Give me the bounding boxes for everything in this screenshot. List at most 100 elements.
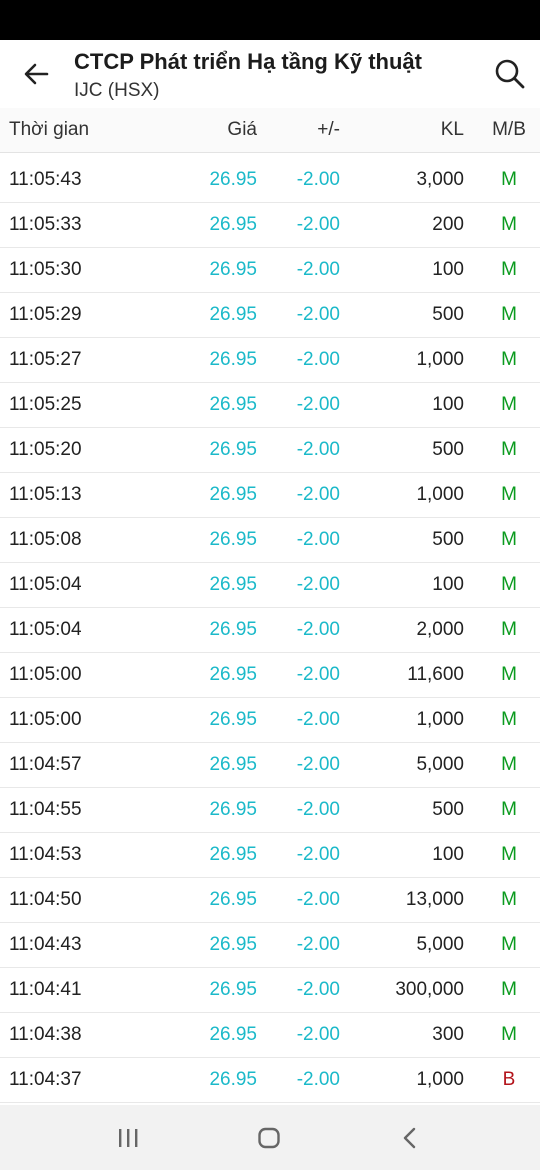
row-time: 11:04:38	[9, 1024, 82, 1045]
row-price: 26.95	[209, 799, 257, 820]
table-row[interactable]: 11:05:43 26.95 -2.00 3,000 M	[0, 158, 540, 203]
home-icon	[258, 1127, 280, 1149]
title-block: CTCP Phát triển Hạ tầng Kỹ thuật IJC (HS…	[74, 48, 422, 104]
table-row[interactable]: 11:04:43 26.95 -2.00 5,000 M	[0, 923, 540, 968]
row-time: 11:05:20	[9, 439, 82, 460]
row-volume: 2,000	[416, 619, 464, 640]
row-price: 26.95	[209, 979, 257, 1000]
row-volume: 11,600	[407, 664, 464, 685]
row-change: -2.00	[296, 1069, 340, 1090]
row-volume: 100	[432, 259, 464, 280]
row-time: 11:05:04	[9, 619, 82, 640]
row-price: 26.95	[209, 349, 257, 370]
row-time: 11:05:27	[9, 349, 82, 370]
recent-apps-button[interactable]	[108, 1123, 148, 1153]
table-row[interactable]: 11:05:30 26.95 -2.00 100 M	[0, 248, 540, 293]
row-change: -2.00	[296, 484, 340, 505]
row-volume: 500	[432, 529, 464, 550]
row-price: 26.95	[209, 484, 257, 505]
row-volume: 3,000	[416, 169, 464, 190]
table-row[interactable]: 11:05:04 26.95 -2.00 100 M	[0, 563, 540, 608]
row-change: -2.00	[296, 754, 340, 775]
row-volume: 500	[432, 304, 464, 325]
table-row[interactable]: 11:04:57 26.95 -2.00 5,000 M	[0, 743, 540, 788]
app-bar: CTCP Phát triển Hạ tầng Kỹ thuật IJC (HS…	[0, 40, 540, 109]
row-time: 11:05:33	[9, 214, 82, 235]
row-side: M	[501, 394, 517, 415]
row-volume: 1,000	[416, 709, 464, 730]
row-time: 11:05:43	[9, 169, 82, 190]
table-row[interactable]: 11:04:50 26.95 -2.00 13,000 M	[0, 878, 540, 923]
row-side: M	[501, 214, 517, 235]
table-row[interactable]: 11:05:00 26.95 -2.00 1,000 M	[0, 698, 540, 743]
trade-list[interactable]: 11:05:43 26.95 -2.00 3,000 M 11:05:33 26.95 -2.…	[0, 158, 540, 1105]
row-change: -2.00	[296, 349, 340, 370]
row-change: -2.00	[296, 664, 340, 685]
table-row[interactable]: 11:04:38 26.95 -2.00 300 M	[0, 1013, 540, 1058]
row-price: 26.95	[209, 754, 257, 775]
row-change: -2.00	[296, 619, 340, 640]
arrow-left-icon	[24, 63, 49, 85]
row-side: M	[501, 574, 517, 595]
table-row[interactable]: 11:05:20 26.95 -2.00 500 M	[0, 428, 540, 473]
header-change: +/-	[317, 119, 340, 140]
row-side: M	[501, 799, 517, 820]
row-side: M	[501, 484, 517, 505]
row-time: 11:05:30	[9, 259, 82, 280]
row-volume: 1,000	[416, 1069, 464, 1090]
row-change: -2.00	[296, 259, 340, 280]
row-change: -2.00	[296, 529, 340, 550]
row-side: M	[501, 439, 517, 460]
table-row[interactable]: 11:04:55 26.95 -2.00 500 M	[0, 788, 540, 833]
row-change: -2.00	[296, 214, 340, 235]
search-button[interactable]	[490, 54, 530, 94]
table-row[interactable]: 11:05:33 26.95 -2.00 200 M	[0, 203, 540, 248]
row-time: 11:05:00	[9, 709, 82, 730]
row-change: -2.00	[296, 574, 340, 595]
table-row[interactable]: 11:05:29 26.95 -2.00 500 M	[0, 293, 540, 338]
row-price: 26.95	[209, 394, 257, 415]
table-row[interactable]: 11:05:00 26.95 -2.00 11,600 M	[0, 653, 540, 698]
row-volume: 5,000	[416, 754, 464, 775]
row-time: 11:04:41	[9, 979, 82, 1000]
table-row[interactable]: 11:04:41 26.95 -2.00 300,000 M	[0, 968, 540, 1013]
table-row[interactable]: 11:05:25 26.95 -2.00 100 M	[0, 383, 540, 428]
table-row[interactable]: 11:05:08 26.95 -2.00 500 M	[0, 518, 540, 563]
recent-apps-icon	[119, 1129, 138, 1147]
row-price: 26.95	[209, 1024, 257, 1045]
table-row[interactable]: 11:05:27 26.95 -2.00 1,000 M	[0, 338, 540, 383]
header-volume: KL	[440, 119, 464, 140]
table-row[interactable]: 11:05:04 26.95 -2.00 2,000 M	[0, 608, 540, 653]
table-row[interactable]: 11:05:13 26.95 -2.00 1,000 M	[0, 473, 540, 518]
row-time: 11:05:13	[9, 484, 82, 505]
row-change: -2.00	[296, 169, 340, 190]
row-change: -2.00	[296, 889, 340, 910]
row-time: 11:05:25	[9, 394, 82, 415]
row-time: 11:05:08	[9, 529, 82, 550]
row-volume: 500	[432, 799, 464, 820]
row-side: M	[501, 529, 517, 550]
home-button[interactable]	[249, 1123, 289, 1153]
row-time: 11:04:53	[9, 844, 82, 865]
row-side: M	[501, 934, 517, 955]
table-row[interactable]: 11:04:53 26.95 -2.00 100 M	[0, 833, 540, 878]
row-change: -2.00	[296, 304, 340, 325]
row-price: 26.95	[209, 709, 257, 730]
row-price: 26.95	[209, 619, 257, 640]
row-side: M	[501, 889, 517, 910]
table-row[interactable]: 11:04:37 26.95 -2.00 1,000 B	[0, 1058, 540, 1103]
row-price: 26.95	[209, 259, 257, 280]
row-side: M	[501, 709, 517, 730]
row-price: 26.95	[209, 529, 257, 550]
row-change: -2.00	[296, 979, 340, 1000]
page-title: CTCP Phát triển Hạ tầng Kỹ thuật	[74, 49, 422, 74]
row-change: -2.00	[296, 439, 340, 460]
row-volume: 1,000	[416, 484, 464, 505]
row-time: 11:04:43	[9, 934, 82, 955]
back-button[interactable]	[18, 56, 54, 92]
row-side: M	[501, 1024, 517, 1045]
nav-back-button[interactable]	[390, 1123, 430, 1153]
row-side: M	[501, 979, 517, 1000]
row-price: 26.95	[209, 1069, 257, 1090]
row-time: 11:04:57	[9, 754, 82, 775]
